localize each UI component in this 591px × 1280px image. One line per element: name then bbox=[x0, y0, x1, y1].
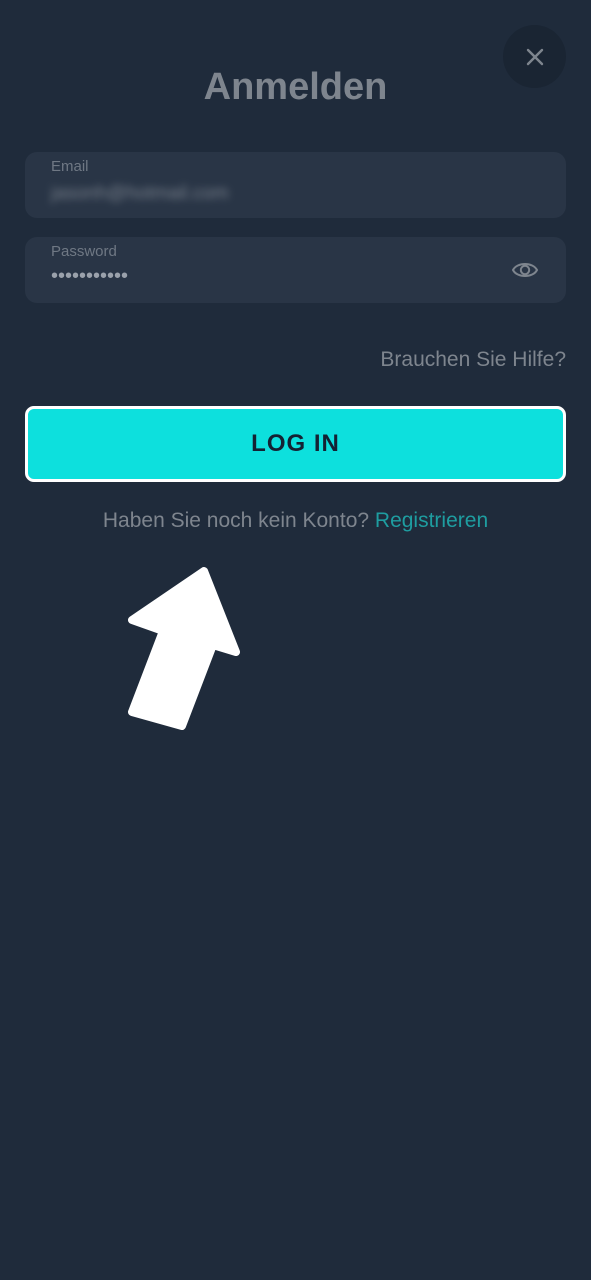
password-field[interactable]: Password ••••••••••• bbox=[25, 237, 566, 303]
arrow-pointer-icon bbox=[128, 567, 240, 730]
login-button-label: LOG IN bbox=[251, 430, 340, 457]
eye-icon bbox=[511, 263, 539, 277]
close-icon bbox=[526, 48, 543, 65]
help-link[interactable]: Brauchen Sie Hilfe? bbox=[380, 348, 566, 372]
email-value[interactable]: jasonh@hotmail.com bbox=[51, 183, 229, 205]
email-label: Email bbox=[51, 158, 89, 175]
register-link[interactable]: Registrieren bbox=[375, 509, 488, 532]
password-value[interactable]: ••••••••••• bbox=[51, 265, 128, 288]
page-title: Anmelden bbox=[203, 66, 388, 108]
email-field[interactable]: Email jasonh@hotmail.com bbox=[25, 152, 566, 218]
signup-prompt: Haben Sie noch kein Konto? bbox=[102, 509, 370, 532]
login-button[interactable]: LOG IN bbox=[25, 406, 566, 482]
show-password-toggle[interactable] bbox=[511, 257, 539, 283]
signup-row: Haben Sie noch kein Konto? Registrieren bbox=[0, 509, 591, 533]
password-label: Password bbox=[51, 243, 117, 260]
